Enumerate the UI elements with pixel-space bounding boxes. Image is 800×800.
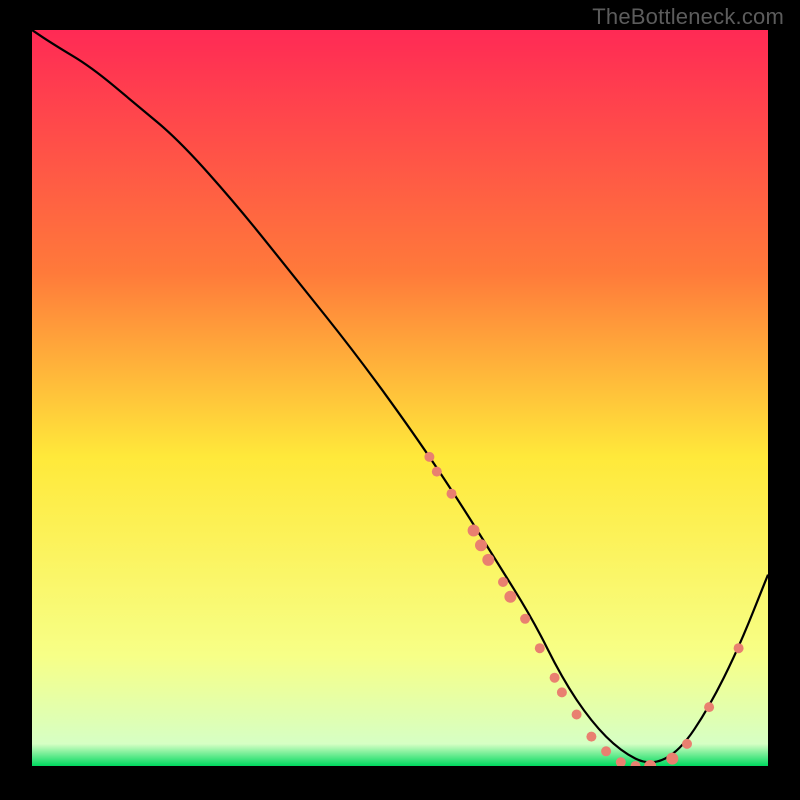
bottleneck-chart xyxy=(32,30,768,766)
data-point xyxy=(572,710,582,720)
data-point xyxy=(482,554,494,566)
data-point xyxy=(498,577,508,587)
data-point xyxy=(424,452,434,462)
data-point xyxy=(557,687,567,697)
data-point xyxy=(734,643,744,653)
data-point xyxy=(504,591,516,603)
chart-frame: TheBottleneck.com xyxy=(0,0,800,800)
data-point xyxy=(447,489,457,499)
data-point xyxy=(704,702,714,712)
data-point xyxy=(682,739,692,749)
data-point xyxy=(550,673,560,683)
data-point xyxy=(535,643,545,653)
watermark-text: TheBottleneck.com xyxy=(592,4,784,30)
data-point xyxy=(468,525,480,537)
data-point xyxy=(586,732,596,742)
plot-background xyxy=(32,30,768,766)
data-point xyxy=(475,539,487,551)
data-point xyxy=(666,753,678,765)
data-point xyxy=(601,746,611,756)
data-point xyxy=(520,614,530,624)
data-point xyxy=(432,467,442,477)
